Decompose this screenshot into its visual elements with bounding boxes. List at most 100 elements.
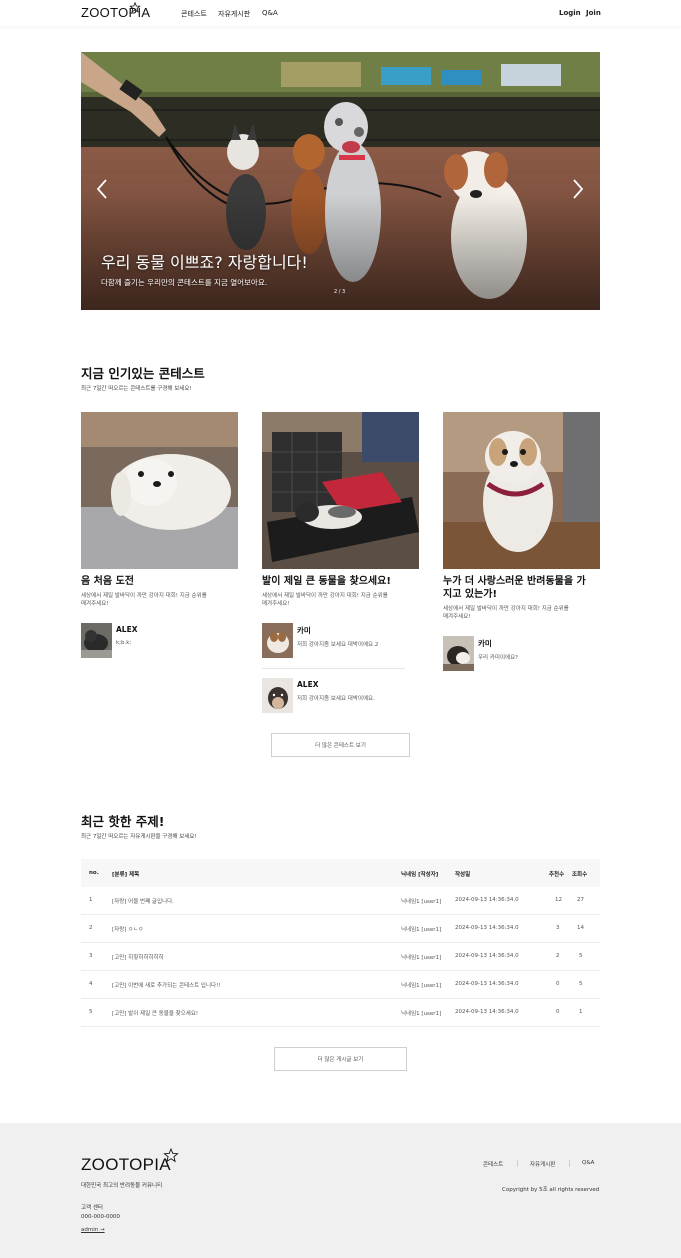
table-header (81, 859, 600, 887)
more-posts-button[interactable]: 더 많은 게시글 보기 (274, 1047, 407, 1071)
contest-card-title[interactable]: 누가 더 사랑스러운 반려동물을 가 지고 있는가! (443, 575, 600, 601)
contest-card-desc-line: 매겨주세요! (81, 600, 109, 607)
row-author: 닉네임1 [user1] (401, 955, 442, 961)
col-title: [분류] 제목 (112, 872, 140, 878)
row-divider (81, 970, 600, 971)
entry-text: k;b.k; (116, 640, 132, 646)
footer-link-qna[interactable]: Q&A (582, 1160, 594, 1166)
nav-qna[interactable]: Q&A (262, 9, 278, 17)
row-likes: 0 (556, 981, 560, 987)
footer-link-board[interactable]: 자유게시판 (530, 1160, 555, 1168)
entry-text: 저희 강아지좀 보세요 대박이에요. (297, 696, 375, 702)
row-no: 5 (89, 1009, 93, 1015)
row-author: 닉네임1 [user1] (401, 899, 442, 905)
row-date: 2024-09-13 14:36:34.0 (455, 1009, 519, 1015)
hero-pager: 2 / 3 (334, 289, 346, 295)
nav-board[interactable]: 자유게시판 (218, 9, 250, 19)
row-date: 2024-09-13 14:36:34.0 (455, 981, 519, 987)
row-no: 1 (89, 897, 93, 903)
col-author: 닉네임 [작성자] (401, 872, 439, 878)
row-title[interactable]: [자랑] ㅇㄴㅇ (112, 925, 143, 933)
contest-card-image[interactable] (443, 412, 600, 569)
entry-thumbnail[interactable] (262, 623, 293, 658)
row-divider (81, 998, 600, 999)
contest-card-desc: 세상에서 제일 발바닥이 까만 강아지 대회! 지금 순위를 매겨주세요! (443, 606, 600, 621)
star-icon (129, 2, 141, 13)
row-divider (81, 1026, 600, 1027)
contest-card-title[interactable]: 음 처음 도전 (81, 575, 238, 588)
col-views: 조회수 (572, 872, 588, 878)
row-likes: 12 (555, 897, 562, 903)
row-likes: 3 (556, 925, 560, 931)
col-likes: 추천수 (549, 872, 565, 878)
entry-text: 우리 카미이에요? (478, 655, 519, 661)
admin-link[interactable]: admin → (81, 1227, 105, 1233)
row-author: 닉네임1 [user1] (401, 1011, 442, 1017)
row-divider (81, 942, 600, 943)
hero-subtitle: 다함께 즐기는 우리만의 콘테스트를 지금 열어보아요. (101, 278, 268, 287)
col-date: 작성일 (455, 872, 471, 878)
row-title[interactable]: [고민] 발이 제일 큰 동물을 찾으세요! (112, 1009, 198, 1017)
nav-contest[interactable]: 콘테스트 (181, 9, 207, 19)
row-title[interactable]: [고민] 이번에 새로 추가되는 콘테스트 입니다!! (112, 981, 221, 989)
row-likes: 2 (556, 953, 560, 959)
entry-author: ALEX (297, 680, 319, 689)
chevron-right-icon[interactable] (571, 178, 585, 200)
contest-card-desc-line: 세상에서 제일 발바닥이 까만 강아지 대회! 지금 순위를 (443, 606, 569, 612)
footer-cs-label: 고객 센터 (81, 1205, 103, 1211)
entry-thumbnail[interactable] (262, 678, 293, 713)
contest-card-desc: 세상에서 제일 발바닥이 까만 강아지 대회! 지금 순위를 매겨주세요! (81, 593, 238, 608)
hot-subtitle: 최근 7일간 떠오르는 자유게시판을 구경해 보세요! (81, 834, 197, 840)
entry-text: 저희 강아지좀 보세요 대박이에요.2 (297, 642, 379, 648)
footer-tagline: 대한민국 최고의 반려동물 커뮤니티 (81, 1183, 163, 1189)
footer-separator (569, 1160, 570, 1167)
row-author: 닉네임1 [user1] (401, 983, 442, 989)
row-no: 4 (89, 981, 93, 987)
row-views: 5 (579, 981, 583, 987)
contest-card-image[interactable] (81, 412, 238, 569)
row-likes: 0 (556, 1009, 560, 1015)
row-views: 27 (577, 897, 584, 903)
hot-title: 최근 핫한 주제! (81, 814, 165, 829)
entry-thumbnail[interactable] (443, 636, 474, 671)
popular-subtitle: 최근 7일간 떠오르는 콘테스트를 구경해 보세요! (81, 386, 192, 392)
contest-card-image[interactable] (262, 412, 419, 569)
row-views: 14 (577, 925, 584, 931)
row-title[interactable]: [자랑] 어을 번째 글입니다. (112, 897, 174, 905)
contest-card-desc-line: 매겨주세요! (443, 613, 471, 620)
popular-title: 지금 인기있는 콘테스트 (81, 366, 205, 381)
contest-card-title[interactable]: 발이 제일 큰 동물을 찾으세요! (262, 575, 419, 588)
contest-card-title-line: 지고 있는가! (443, 589, 498, 600)
row-author: 닉네임1 [user1] (401, 927, 442, 933)
star-icon (163, 1148, 179, 1163)
join-link[interactable]: Join (586, 9, 601, 17)
row-date: 2024-09-13 14:36:34.0 (455, 897, 519, 903)
row-date: 2024-09-13 14:36:34.0 (455, 953, 519, 959)
footer-copyright: Copyright by 5조 all rights reserved (502, 1187, 600, 1193)
more-contests-button[interactable]: 더 많은 콘테스트 보기 (271, 733, 410, 757)
contest-card-desc-line: 매겨주세요! (262, 600, 290, 607)
contest-card-desc: 세상에서 제일 발바닥이 까만 강아지 대회! 지금 순위를 매겨주세요! (262, 593, 419, 608)
footer-logo[interactable]: ZOOTOPIA (81, 1155, 171, 1175)
row-date: 2024-09-13 14:36:34.0 (455, 925, 519, 931)
login-link[interactable]: Login (559, 9, 581, 17)
contest-card-title-line: 누가 더 사랑스러운 반려동물을 가 (443, 576, 586, 587)
hero-title: 우리 동물 이쁘죠? 자랑합니다! (101, 253, 308, 272)
entry-divider (262, 668, 405, 669)
row-no: 3 (89, 953, 93, 959)
entry-author: 카미 (478, 639, 492, 648)
row-divider (81, 914, 600, 915)
row-views: 1 (579, 1009, 583, 1015)
row-no: 2 (89, 925, 93, 931)
row-title[interactable]: [고민] 히힣히히히히히 (112, 953, 164, 961)
entry-thumbnail[interactable] (81, 623, 112, 658)
site-header: ZOOTOPIA 콘테스트 자유게시판 Q&A Login Join (0, 0, 681, 26)
contest-card-desc-line: 세상에서 제일 발바닥이 까만 강아지 대회! 지금 순위를 (81, 593, 207, 599)
footer-link-contest[interactable]: 콘테스트 (483, 1160, 503, 1168)
footer-separator (517, 1160, 518, 1167)
contest-card-desc-line: 세상에서 제일 발바닥이 까만 강아지 대회! 지금 순위를 (262, 593, 388, 599)
footer-phone: 000-000-0000 (81, 1214, 120, 1220)
entry-author: ALEX (116, 625, 138, 634)
entry-author: 카미 (297, 626, 311, 635)
chevron-left-icon[interactable] (95, 178, 109, 200)
